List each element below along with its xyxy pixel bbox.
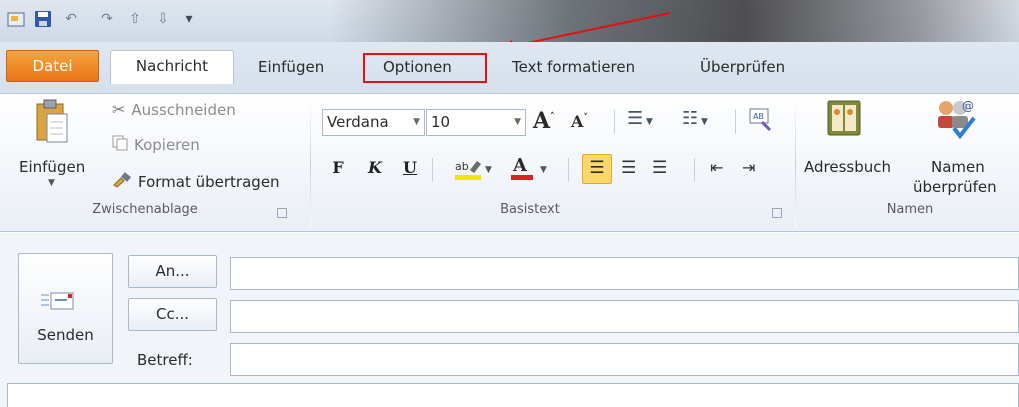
clipboard-group-label: Zwischenablage [92, 202, 198, 217]
copy-label: Kopieren [134, 136, 200, 154]
decrease-indent-icon[interactable]: ⇤ [710, 158, 723, 177]
format-painter-button[interactable]: Format übertragen [112, 172, 280, 192]
message-body[interactable] [7, 383, 1019, 407]
down-arrow-icon[interactable]: ⇩ [152, 8, 174, 30]
divider [614, 110, 615, 134]
to-button[interactable]: An... [128, 255, 217, 288]
shrink-font-icon[interactable]: A˅ [571, 112, 588, 131]
subject-field[interactable] [230, 343, 1019, 376]
group-separator [310, 100, 311, 228]
tab-text-formatieren[interactable]: Text formatieren [512, 54, 635, 82]
underline-button[interactable]: U [401, 158, 419, 184]
paste-icon[interactable] [35, 98, 69, 148]
cc-field[interactable] [230, 300, 1019, 333]
svg-text:A: A [512, 155, 528, 176]
paste-dropdown-icon[interactable]: ▼ [48, 178, 55, 188]
send-label: Senden [37, 326, 94, 344]
send-icon [41, 291, 75, 317]
app-icon[interactable] [6, 8, 28, 30]
format-painter-label: Format übertragen [138, 173, 280, 191]
divider [432, 158, 433, 182]
basic-text-dialog-launcher-icon[interactable] [772, 208, 782, 218]
svg-text:▼: ▼ [540, 165, 547, 175]
customize-icon[interactable]: ▾ [178, 8, 200, 30]
copy-icon [112, 135, 128, 155]
svg-text:ab: ab [455, 160, 469, 173]
undo-icon[interactable]: ↶ [60, 8, 82, 30]
chevron-down-icon: ▼ [413, 117, 420, 127]
subject-label: Betreff: [137, 351, 193, 369]
tab-nachricht[interactable]: Nachricht [110, 50, 234, 84]
tab-datei[interactable]: Datei [6, 50, 99, 82]
svg-text:@: @ [962, 99, 974, 113]
chevron-down-icon: ▼ [514, 117, 521, 127]
cut-button[interactable]: ✂ Ausschneiden [112, 100, 236, 119]
highlight-box [363, 53, 487, 83]
bold-button[interactable]: F [329, 158, 347, 184]
align-right-icon[interactable]: ☰ [652, 158, 667, 178]
group-separator [795, 100, 796, 228]
font-name-value: Verdana [327, 113, 389, 131]
address-book-label[interactable]: Adressbuch [804, 158, 891, 176]
redo-icon[interactable]: ↷ [96, 8, 118, 30]
cut-label: Ausschneiden [131, 100, 236, 119]
tab-einfuegen[interactable]: Einfügen [258, 54, 324, 82]
check-names-label-line2[interactable]: überprüfen [913, 178, 997, 196]
names-group-label: Namen [886, 202, 934, 217]
divider [735, 110, 736, 134]
scissors-icon: ✂ [112, 100, 126, 119]
grow-font-icon[interactable]: A˄ [533, 108, 555, 134]
numbered-list-icon[interactable]: ☷ ▼ [682, 108, 708, 129]
ribbon-tabs: Datei Nachricht Einfügen Optionen Text f… [0, 42, 1019, 94]
font-size-select[interactable]: 10 ▼ [426, 109, 526, 136]
paste-label[interactable]: Einfügen [19, 158, 85, 176]
highlight-color-icon[interactable]: ab ▼ [455, 156, 495, 186]
send-button[interactable]: Senden [18, 253, 113, 364]
align-center-icon[interactable]: ☰ [621, 158, 636, 178]
font-name-select[interactable]: Verdana ▼ [322, 109, 425, 136]
font-color-icon[interactable]: A ▼ [510, 154, 552, 186]
clipboard-dialog-launcher-icon[interactable] [277, 208, 287, 218]
save-icon[interactable] [32, 8, 54, 30]
basic-text-group-label: Basistext [500, 202, 560, 217]
to-field[interactable] [230, 257, 1019, 290]
cc-button[interactable]: Cc... [128, 298, 217, 331]
font-size-value: 10 [431, 113, 451, 131]
brush-icon [112, 172, 132, 192]
svg-text:▼: ▼ [485, 165, 492, 175]
italic-button[interactable]: K [366, 158, 384, 184]
increase-indent-icon[interactable]: ⇥ [742, 158, 755, 177]
address-book-icon[interactable] [826, 99, 862, 143]
tab-ueberpruefen[interactable]: Überprüfen [700, 54, 785, 82]
check-names-label-line1[interactable]: Namen [931, 158, 985, 176]
align-left-icon[interactable]: ☰ [582, 154, 612, 184]
up-arrow-icon[interactable]: ⇧ [124, 8, 146, 30]
copy-button[interactable]: Kopieren [112, 135, 200, 155]
bullet-list-icon[interactable]: ☰ ▼ [627, 108, 653, 129]
styles-icon[interactable]: AB [748, 106, 774, 136]
check-names-icon[interactable]: @ [932, 96, 978, 144]
svg-text:AB: AB [753, 112, 764, 121]
divider [568, 158, 569, 182]
divider [694, 158, 695, 182]
